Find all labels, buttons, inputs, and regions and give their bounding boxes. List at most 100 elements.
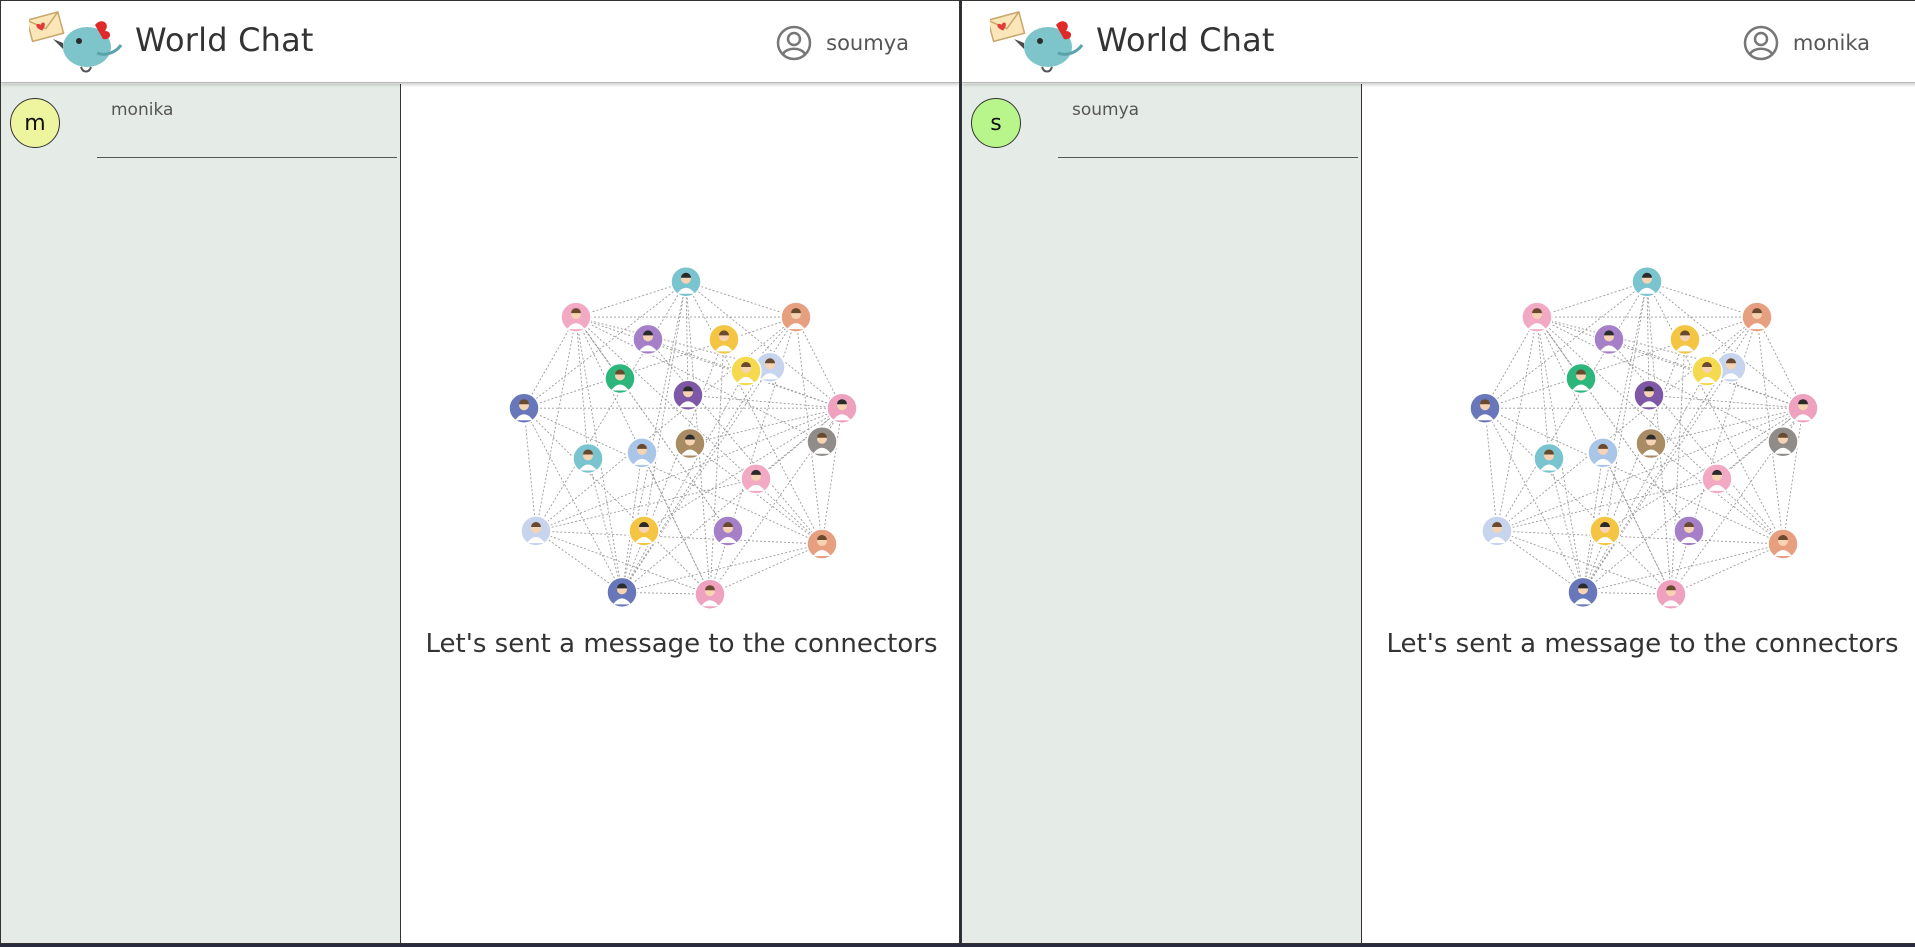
app-title: World Chat (135, 21, 314, 59)
network-link (709, 339, 725, 595)
network-person-icon (1691, 355, 1723, 387)
network-link (1496, 316, 1758, 532)
left-chat-window: World Chat soumya m monika Let's sent a … (0, 0, 960, 944)
network-link (1670, 543, 1784, 595)
app-title: World Chat (1096, 21, 1275, 59)
bird-logo-icon (29, 11, 123, 73)
user-menu[interactable]: monika (1743, 25, 1870, 61)
network-person-icon (606, 576, 638, 609)
network-person-icon (1635, 427, 1667, 460)
contact-item-soumya[interactable]: s soumya (962, 84, 1362, 164)
network-person-icon (1565, 362, 1597, 395)
user-circle-icon (776, 25, 812, 61)
network-person-icon (1587, 437, 1619, 469)
network-link (1496, 530, 1784, 545)
contact-item-monika[interactable]: m monika (1, 84, 401, 164)
people-network-illustration (508, 265, 857, 610)
network-person-icon (1669, 323, 1701, 356)
network-person-icon (1567, 576, 1599, 609)
network-person-icon (560, 301, 592, 333)
app-header: World Chat monika (962, 1, 1915, 83)
network-person-icon (1741, 301, 1773, 333)
bird-logo-icon (990, 11, 1084, 73)
network-person-icon (1481, 515, 1513, 547)
contacts-sidebar: m monika (1, 84, 401, 943)
network-link (1670, 339, 1686, 595)
contact-avatar: s (971, 98, 1021, 148)
network-person-icon (1767, 425, 1799, 458)
network-link (1484, 408, 1498, 532)
contacts-sidebar: s soumya (962, 84, 1362, 943)
network-link (575, 316, 823, 545)
contact-divider (1058, 157, 1358, 158)
network-link (1648, 394, 1804, 409)
network-link (523, 408, 623, 593)
network-person-icon (604, 362, 636, 395)
current-user-name: monika (1792, 31, 1870, 55)
network-link (587, 458, 623, 593)
app-header: World Chat soumya (1, 1, 959, 83)
user-menu[interactable]: soumya (776, 25, 909, 61)
network-link (709, 543, 823, 595)
network-person-icon (806, 528, 838, 560)
network-person-icon (670, 265, 702, 298)
network-link (1536, 281, 1648, 318)
network-person-icon (730, 355, 762, 387)
network-link (535, 281, 687, 532)
network-link (1536, 316, 1784, 545)
network-person-icon (1633, 379, 1665, 411)
network-person-icon (1521, 301, 1553, 333)
network-link (523, 408, 537, 532)
network-person-icon (626, 437, 658, 469)
network-person-icon (628, 515, 660, 547)
empty-state-message: Let's sent a message to the connectors (425, 629, 938, 659)
network-link (1646, 281, 1758, 318)
network-person-icon (694, 578, 726, 610)
network-person-icon (1787, 392, 1818, 424)
contact-divider (97, 157, 397, 158)
network-link (1496, 316, 1538, 532)
contact-name: soumya (1072, 100, 1140, 120)
network-link (535, 316, 797, 532)
network-person-icon (1589, 515, 1621, 547)
network-person-icon (1767, 528, 1799, 560)
right-chat-window: World Chat monika s soumya Let's sent a … (961, 0, 1915, 944)
network-person-icon (520, 515, 552, 547)
network-person-icon (1673, 515, 1705, 547)
user-circle-icon (1743, 25, 1779, 61)
network-person-icon (1631, 265, 1663, 298)
network-link (1496, 281, 1648, 532)
network-link (535, 316, 577, 532)
chat-main-panel: Let's sent a message to the connectors (402, 84, 959, 943)
network-person-icon (632, 323, 664, 356)
network-person-icon (508, 392, 540, 424)
network-person-icon (806, 425, 838, 458)
network-person-icon (740, 463, 772, 495)
network-person-icon (780, 301, 812, 333)
contact-avatar: m (10, 98, 60, 148)
network-person-icon (572, 442, 604, 475)
network-person-icon (1701, 463, 1733, 495)
network-person-icon (674, 427, 706, 460)
network-link (685, 281, 797, 318)
contact-name: monika (111, 100, 174, 120)
network-link (687, 394, 843, 409)
network-link (643, 407, 843, 532)
network-person-icon (712, 515, 744, 547)
network-link (535, 530, 823, 545)
network-link (1548, 458, 1584, 593)
network-person-icon (826, 392, 857, 424)
network-person-icon (1655, 578, 1687, 610)
current-user-name: soumya (826, 31, 909, 55)
network-person-icon (1593, 323, 1625, 356)
network-link (575, 281, 687, 318)
network-person-icon (1469, 392, 1501, 424)
network-person-icon (708, 323, 740, 356)
people-network-illustration (1469, 265, 1818, 610)
chat-main-panel: Let's sent a message to the connectors (1363, 84, 1915, 943)
network-person-icon (672, 379, 704, 411)
network-link (1484, 408, 1584, 593)
network-person-icon (1533, 442, 1565, 475)
network-link (1604, 407, 1804, 532)
empty-state-message: Let's sent a message to the connectors (1386, 629, 1899, 659)
